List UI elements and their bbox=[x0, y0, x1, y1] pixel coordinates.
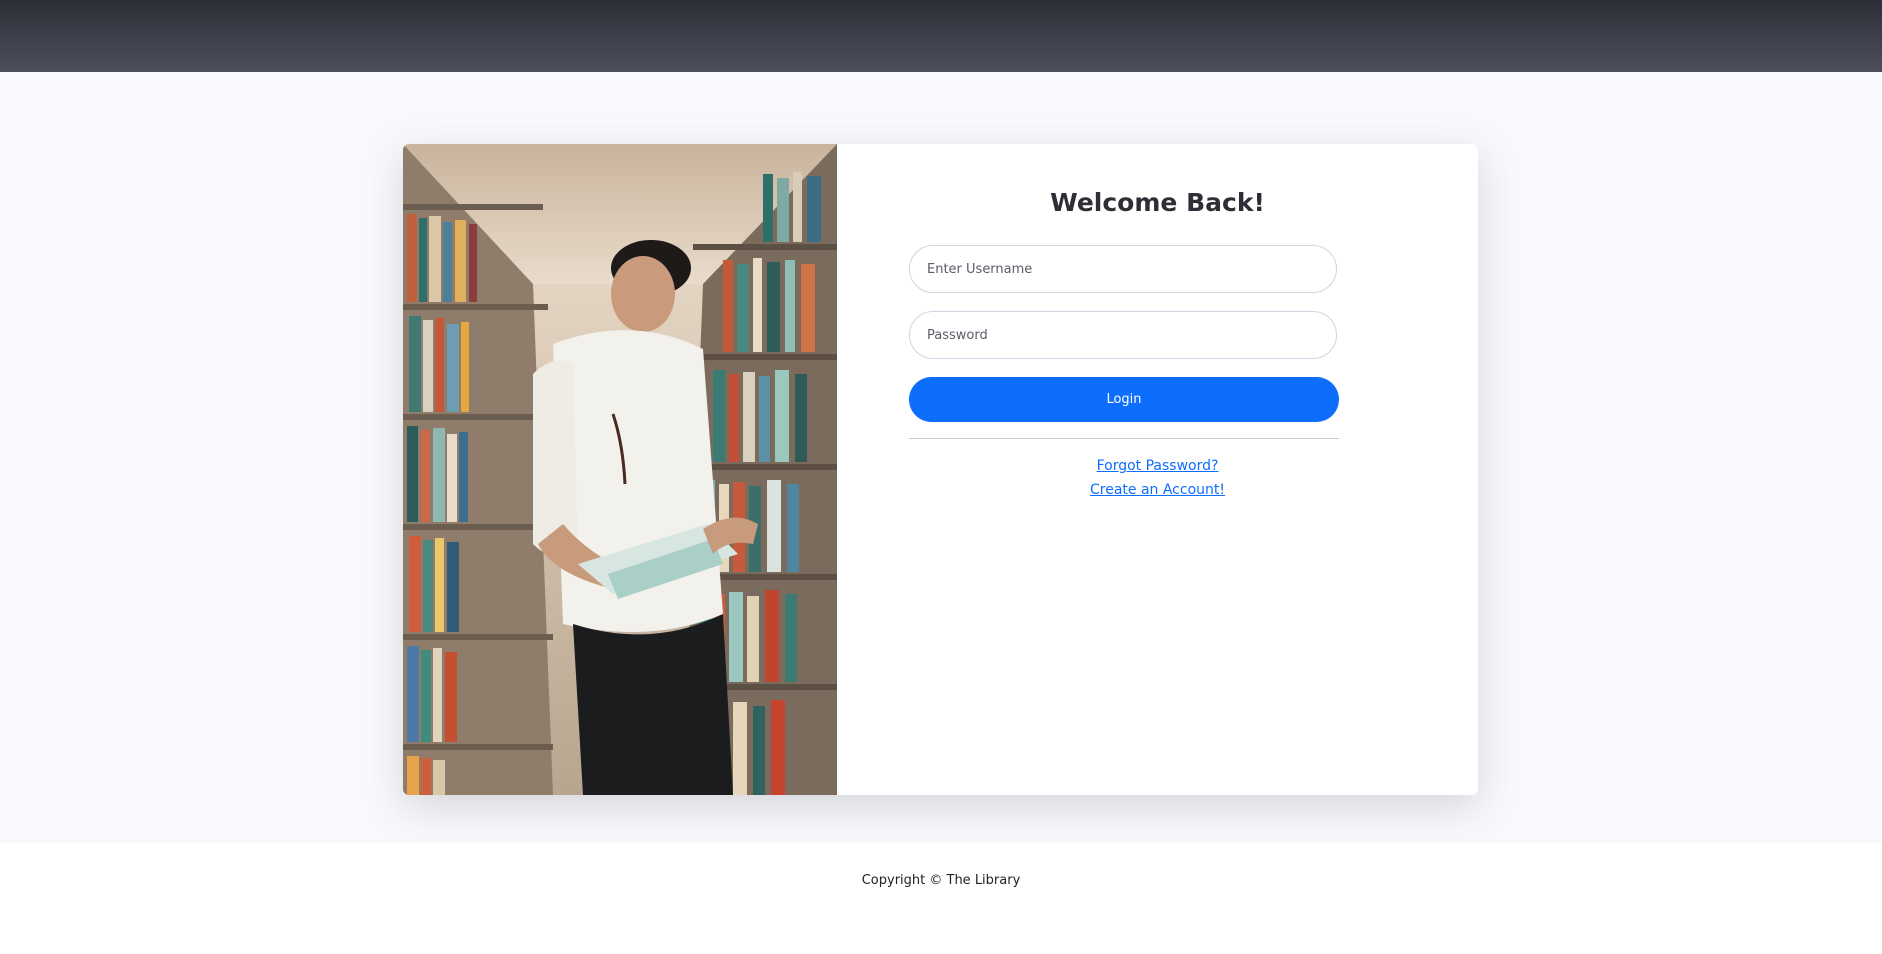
footer: Copyright © The Library bbox=[0, 843, 1882, 954]
top-navbar bbox=[0, 0, 1882, 72]
library-photo bbox=[403, 144, 837, 795]
copyright-text: Copyright © The Library bbox=[861, 873, 1021, 888]
create-account-link[interactable]: Create an Account! bbox=[837, 482, 1478, 498]
password-input[interactable] bbox=[909, 311, 1337, 359]
login-title: Welcome Back! bbox=[1050, 188, 1265, 217]
login-form-panel: Welcome Back! Login Forgot Password? Cre… bbox=[837, 144, 1478, 795]
form-divider bbox=[909, 438, 1339, 439]
main-content: Welcome Back! Login Forgot Password? Cre… bbox=[0, 72, 1882, 843]
forgot-password-link[interactable]: Forgot Password? bbox=[837, 458, 1478, 474]
login-button[interactable]: Login bbox=[909, 377, 1339, 422]
login-card: Welcome Back! Login Forgot Password? Cre… bbox=[403, 144, 1478, 795]
username-input[interactable] bbox=[909, 245, 1337, 293]
